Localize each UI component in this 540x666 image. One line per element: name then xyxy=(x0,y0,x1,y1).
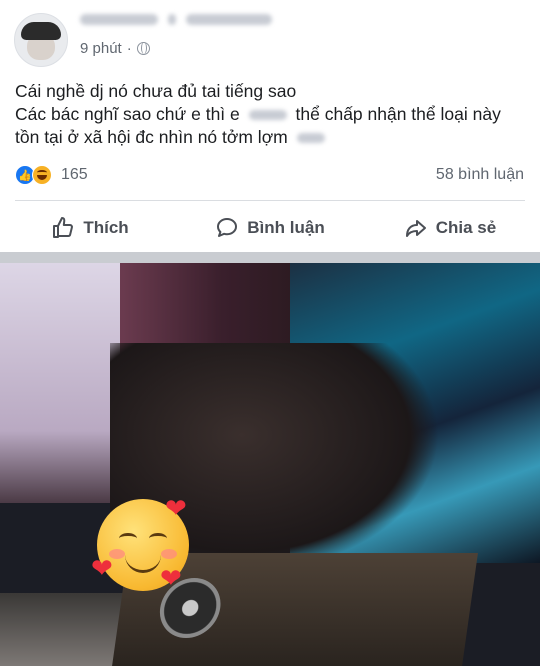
author-name-blurred[interactable] xyxy=(80,14,272,25)
redacted-text xyxy=(296,133,325,144)
author-avatar[interactable] xyxy=(14,13,68,67)
post-text: Cái nghề dj nó chưa đủ tai tiếng sao Các… xyxy=(15,80,530,149)
share-icon xyxy=(405,220,426,237)
thumbs-up-icon xyxy=(53,217,74,238)
post-photo[interactable]: ❤ ❤ ❤ xyxy=(0,263,540,666)
comment-count[interactable]: 58 bình luận xyxy=(436,166,524,184)
feed-separator xyxy=(0,252,540,263)
post-time[interactable]: 9 phút xyxy=(80,40,122,57)
heart-icon: ❤ xyxy=(165,493,187,523)
divider xyxy=(15,200,525,201)
post-header: 9 phút · xyxy=(0,0,540,70)
action-bar: Thích Bình luận Chia sẻ xyxy=(0,205,540,251)
heart-icon: ❤ xyxy=(91,553,113,583)
like-button[interactable]: Thích xyxy=(0,205,180,251)
haha-icon xyxy=(32,165,52,185)
comment-button[interactable]: Bình luận xyxy=(180,205,360,251)
post-line-1: Cái nghề dj nó chưa đủ tai tiếng sao xyxy=(15,81,297,101)
post-meta: 9 phút · xyxy=(80,40,150,57)
post-line-3: tồn tại ở xã hội đc nhìn nó tởm lợm xyxy=(15,126,530,149)
heart-icon: ❤ xyxy=(160,563,182,593)
reaction-summary[interactable]: 👍 165 xyxy=(15,164,88,186)
redacted-text xyxy=(248,110,287,121)
reaction-count: 165 xyxy=(61,166,88,183)
share-button[interactable]: Chia sẻ xyxy=(360,205,540,251)
post-line-2: Các bác nghĩ sao chứ e thì e thể chấp nh… xyxy=(15,104,501,124)
globe-icon xyxy=(136,42,150,55)
comment-icon xyxy=(217,218,238,237)
